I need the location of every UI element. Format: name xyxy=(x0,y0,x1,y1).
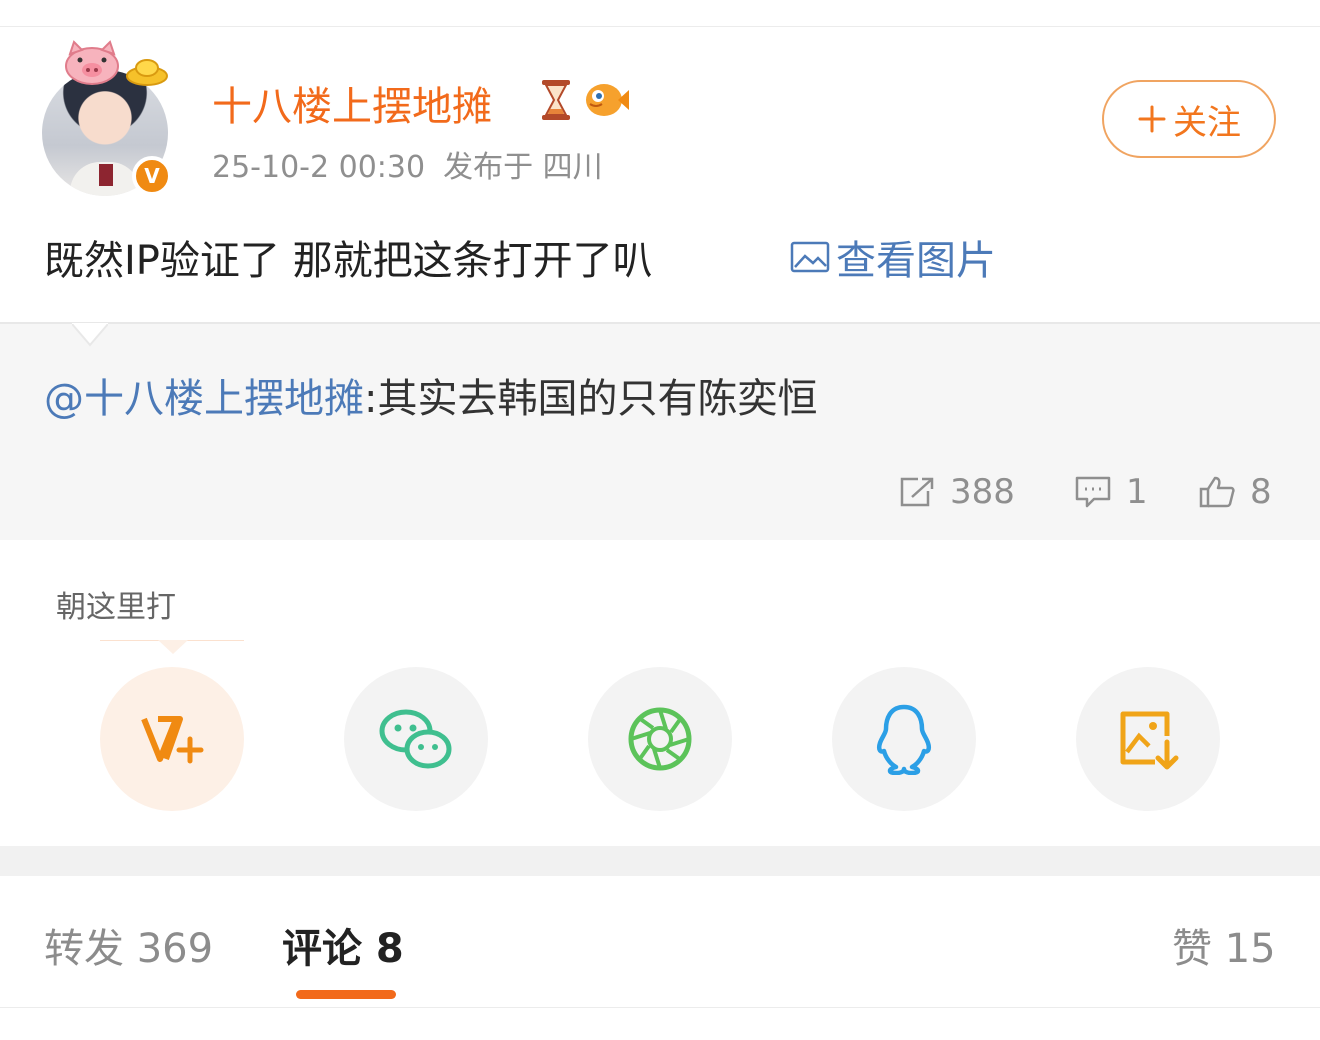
share-save-image-button[interactable] xyxy=(1076,667,1220,811)
repost-content: :其实去韩国的只有陈奕恒 xyxy=(364,376,818,422)
share-caret xyxy=(158,640,188,654)
post-meta: 25-10-2 00:30 发布于 四川 xyxy=(212,142,603,186)
repost-count: 388 xyxy=(950,472,1015,512)
hourglass-icon xyxy=(542,80,570,120)
tab-active-indicator xyxy=(296,990,396,999)
gold-ingot-icon xyxy=(126,59,168,86)
post-text: 既然IP验证了 那就把这条打开了叭 xyxy=(44,238,653,284)
qq-icon xyxy=(876,704,932,775)
share-label: 朝这里打 xyxy=(56,590,176,625)
repost-like-stat[interactable]: 8 xyxy=(1198,472,1272,512)
plus-icon xyxy=(1138,105,1166,133)
share-out-icon xyxy=(900,477,934,507)
tab-comments[interactable]: 评论 8 xyxy=(282,916,404,974)
username[interactable]: 十八楼上摆地摊 xyxy=(212,74,492,132)
fish-badge-icon xyxy=(586,84,629,116)
comment-count: 1 xyxy=(1126,472,1148,512)
weibo-v-plus-icon xyxy=(141,716,204,764)
comment-icon xyxy=(1075,476,1111,508)
follow-button[interactable]: 关注 xyxy=(1102,80,1276,158)
pig-pendant-icon xyxy=(65,40,119,85)
image-icon xyxy=(790,241,830,273)
share-wechat-button[interactable] xyxy=(344,667,488,811)
verified-badge-icon: V xyxy=(132,156,172,196)
wechat-icon xyxy=(379,709,452,769)
like-count: 8 xyxy=(1250,472,1272,512)
share-weibo-button[interactable] xyxy=(100,667,244,811)
repost-mention[interactable]: @十八楼上摆地摊 xyxy=(44,376,364,422)
save-image-icon xyxy=(1120,711,1179,770)
tab-likes[interactable]: 赞 15 xyxy=(1172,916,1276,974)
thumbs-up-icon xyxy=(1199,476,1235,508)
post-location: 发布于 四川 xyxy=(443,150,603,185)
share-qq-button[interactable] xyxy=(832,667,976,811)
tab-repost[interactable]: 转发 369 xyxy=(44,916,213,974)
weibo-post-detail: V 十八楼上摆地摊 25-10-2 00:30 发布于 四川 关注 既然IP验证了… xyxy=(0,0,1320,1040)
bottom-divider xyxy=(0,1007,1320,1008)
view-image-link[interactable]: 查看图片 xyxy=(790,228,996,286)
repost-text: @十八楼上摆地摊:其实去韩国的只有陈奕恒 xyxy=(44,366,817,424)
repost-comment-stat[interactable]: 1 xyxy=(1074,472,1148,512)
view-image-label: 查看图片 xyxy=(836,238,996,284)
follow-label: 关注 xyxy=(1173,102,1241,143)
section-gap xyxy=(0,846,1320,876)
avatar[interactable]: V xyxy=(40,40,190,196)
top-divider xyxy=(0,26,1320,27)
share-moments-button[interactable] xyxy=(588,667,732,811)
post-timestamp: 25-10-2 00:30 xyxy=(212,150,426,185)
repost-notch xyxy=(72,323,108,347)
repost-share-stat[interactable]: 388 xyxy=(898,472,1015,512)
moments-icon xyxy=(628,707,692,771)
